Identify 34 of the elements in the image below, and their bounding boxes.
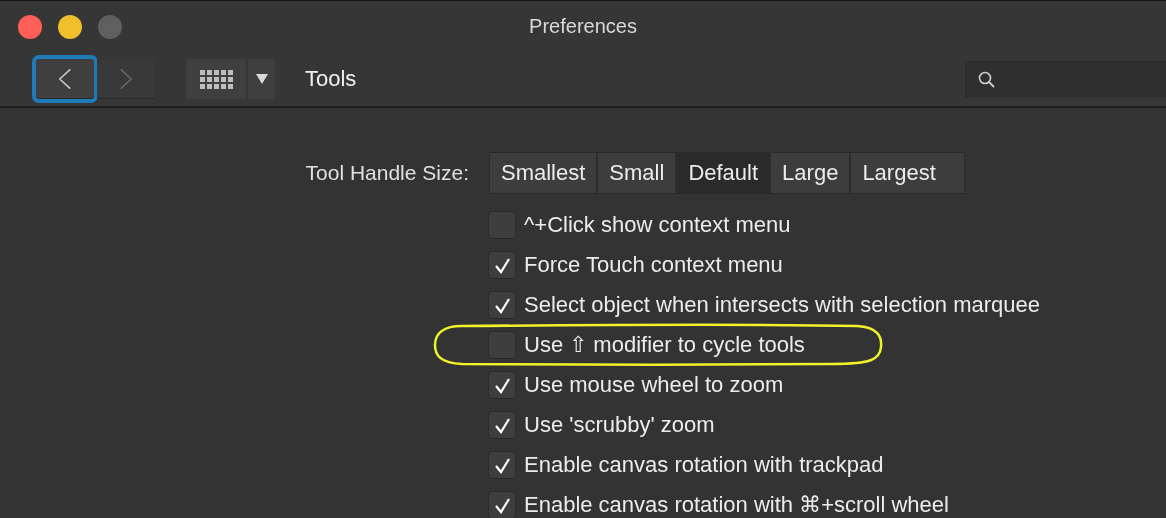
search-field[interactable] bbox=[965, 61, 1166, 97]
checkmark-icon bbox=[493, 296, 511, 314]
chevron-left-icon bbox=[58, 66, 72, 91]
grid-icon bbox=[199, 69, 233, 89]
setting-label: Tool Handle Size: bbox=[304, 161, 469, 185]
section-title: Tools bbox=[305, 66, 357, 92]
search-icon bbox=[978, 70, 995, 88]
grid-view-button[interactable] bbox=[186, 59, 246, 99]
checkmark-icon bbox=[493, 256, 511, 274]
option-label: Use ⇧ modifier to cycle tools bbox=[524, 332, 805, 358]
option-label: Enable canvas rotation with ⌘+scroll wheel bbox=[524, 492, 949, 518]
triangle-down-icon bbox=[255, 74, 268, 84]
checkbox[interactable] bbox=[488, 371, 516, 399]
checkbox[interactable] bbox=[488, 291, 516, 319]
option-label: Force Touch context menu bbox=[524, 252, 783, 278]
minimize-button[interactable] bbox=[58, 14, 82, 39]
option-label: Use 'scrubby' zoom bbox=[524, 412, 715, 438]
checkmark-icon bbox=[493, 416, 511, 434]
option-label: Select object when intersects with selection marquee bbox=[524, 292, 1041, 318]
chevron-right-icon bbox=[119, 66, 133, 91]
dropdown-button[interactable] bbox=[248, 59, 275, 99]
option-label: ^+Click show context menu bbox=[524, 212, 791, 238]
option-label: Use mouse wheel to zoom bbox=[524, 372, 784, 398]
checkbox[interactable] bbox=[488, 491, 516, 518]
checkmark-icon bbox=[493, 456, 511, 474]
checkbox[interactable] bbox=[488, 251, 516, 279]
close-button[interactable] bbox=[18, 14, 42, 39]
checkbox[interactable] bbox=[488, 451, 516, 479]
checkbox[interactable] bbox=[488, 411, 516, 439]
checkmark-icon bbox=[493, 376, 511, 394]
segment-button[interactable]: Default bbox=[677, 153, 772, 193]
window-title: Preferences bbox=[529, 15, 637, 38]
option-label: Enable canvas rotation with trackpad bbox=[524, 452, 884, 478]
checkmark-icon bbox=[493, 496, 511, 514]
